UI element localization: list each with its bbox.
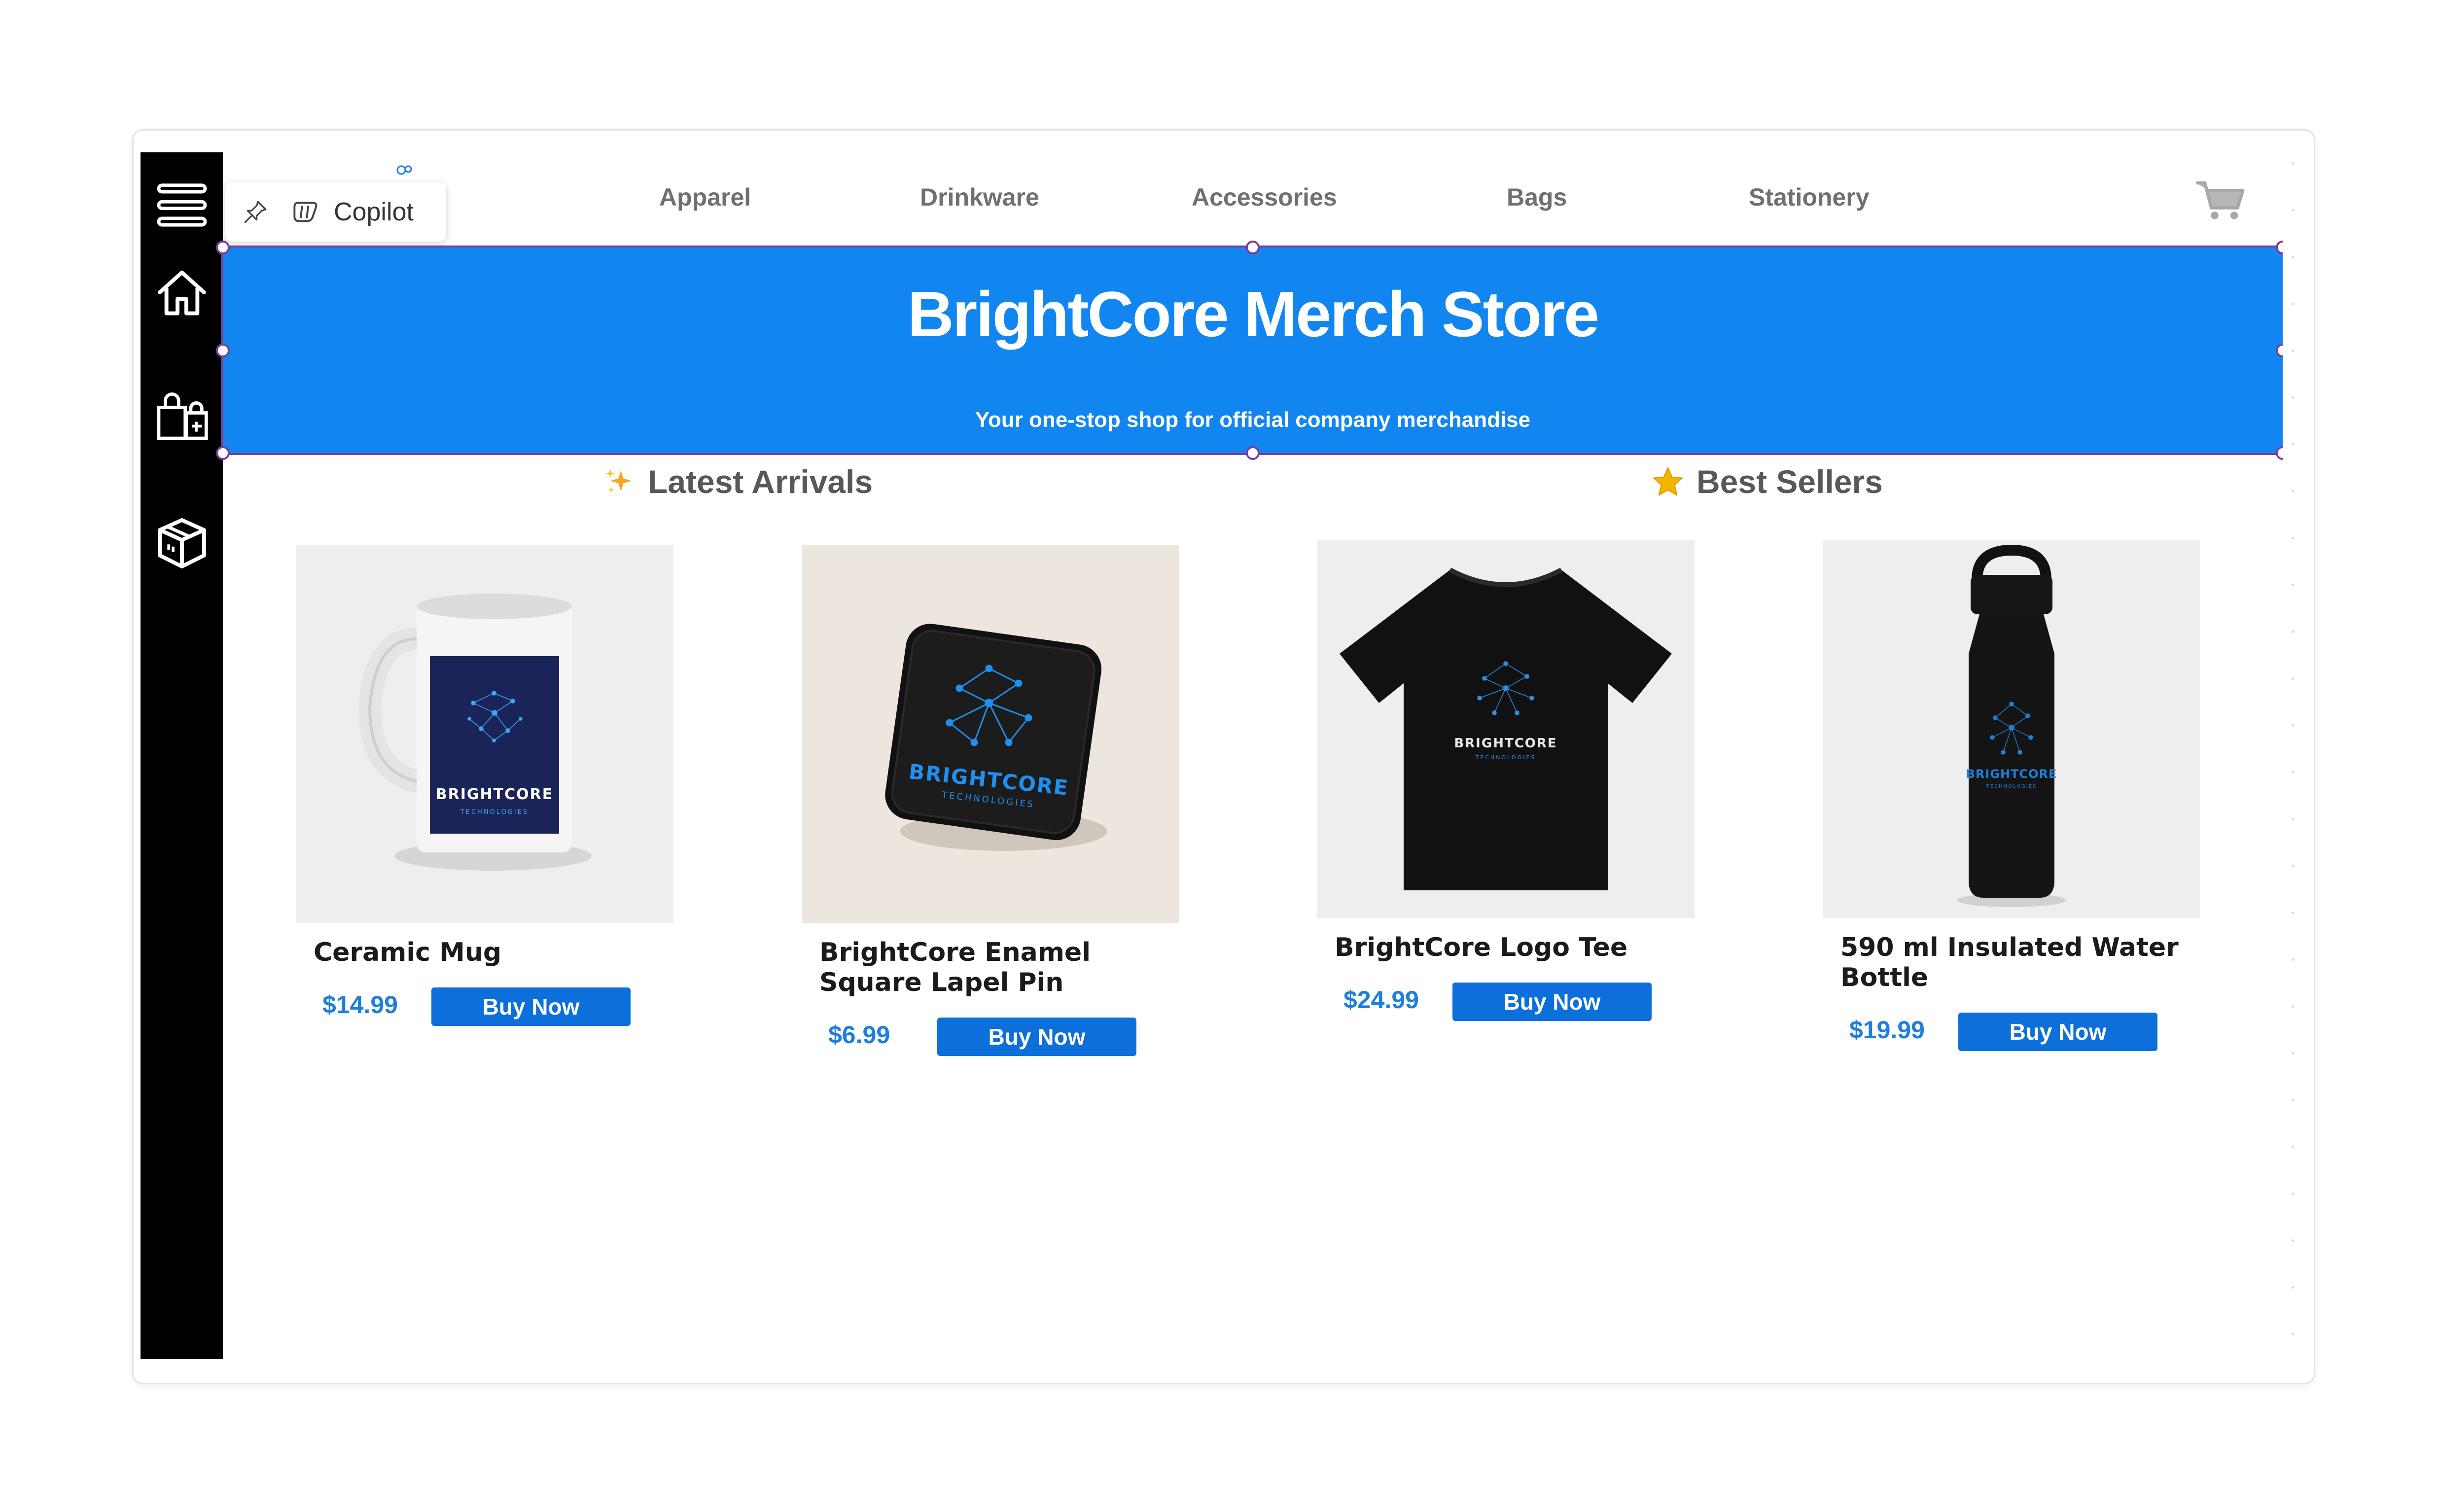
- bottle-image[interactable]: BRIGHTCORE TECHNOLOGIES: [1823, 540, 2200, 918]
- shopping-bags-icon[interactable]: [148, 381, 215, 449]
- buy-now-button[interactable]: Buy Now: [1452, 983, 1652, 1021]
- banner-subtitle: Your one-stop shop for official company …: [975, 408, 1531, 432]
- app-canvas: Apparel Drinkware Accessories Bags Stati…: [141, 152, 2283, 1359]
- banner-title: BrightCore Merch Store: [907, 278, 1599, 350]
- nav-item-accessories[interactable]: Accessories: [1192, 183, 1337, 211]
- resize-handle-top-left[interactable]: [216, 241, 230, 254]
- resize-handle-middle-left[interactable]: [216, 344, 230, 357]
- star-icon: [1650, 464, 1686, 499]
- product-card: BRIGHTCORE TECHNOLOGIES 590 ml Insulated…: [1823, 540, 2207, 1052]
- svg-text:TECHNOLOGIES: TECHNOLOGIES: [1475, 754, 1536, 761]
- mug-image[interactable]: BRIGHTCORE TECHNOLOGIES: [296, 545, 673, 923]
- resize-handle-top-center[interactable]: [1246, 241, 1260, 254]
- hero-banner[interactable]: BrightCore Merch Store Your one-stop sho…: [221, 246, 2283, 455]
- product-name: BrightCore Logo Tee: [1335, 933, 1628, 962]
- brand-logo-icon: [396, 165, 412, 175]
- svg-text:BRIGHTCORE: BRIGHTCORE: [436, 786, 553, 803]
- product-card: BRIGHTCORE TECHNOLOGIES Ceramic Mug $14.…: [296, 545, 680, 1027]
- svg-text:TECHNOLOGIES: TECHNOLOGIES: [460, 809, 529, 816]
- product-name: Ceramic Mug: [314, 938, 502, 967]
- svg-text:TECHNOLOGIES: TECHNOLOGIES: [1986, 784, 2037, 789]
- nav-item-drinkware[interactable]: Drinkware: [920, 183, 1039, 211]
- product-card: BRIGHTCORE TECHNOLOGIES BrightCore Ename…: [802, 545, 1186, 1057]
- top-navigation: Apparel Drinkware Accessories Bags Stati…: [223, 152, 2283, 246]
- svg-text:BRIGHTCORE: BRIGHTCORE: [1454, 736, 1557, 751]
- home-icon[interactable]: [148, 258, 215, 326]
- best-sellers-heading: Best Sellers: [1650, 463, 1883, 500]
- nav-item-bags[interactable]: Bags: [1507, 183, 1567, 211]
- shopping-cart-icon[interactable]: [2193, 172, 2247, 226]
- copilot-toolbar[interactable]: Copilot: [225, 182, 446, 242]
- pin-image[interactable]: BRIGHTCORE TECHNOLOGIES: [802, 545, 1179, 923]
- hamburger-menu-icon[interactable]: [148, 171, 215, 239]
- buy-now-button[interactable]: Buy Now: [431, 987, 631, 1026]
- pin-icon[interactable]: [238, 199, 273, 225]
- product-name: 590 ml Insulated Water Bottle: [1840, 933, 2179, 992]
- nav-item-stationery[interactable]: Stationery: [1749, 183, 1870, 211]
- buy-now-button[interactable]: Buy Now: [1958, 1013, 2157, 1051]
- buy-now-button[interactable]: Buy Now: [937, 1018, 1136, 1056]
- svg-text:BRIGHTCORE: BRIGHTCORE: [1966, 767, 2057, 781]
- product-card: BRIGHTCORE TECHNOLOGIES BrightCore Logo …: [1317, 540, 1701, 1022]
- copilot-label[interactable]: Copilot: [334, 197, 414, 227]
- scroll-dots: [2283, 152, 2302, 1359]
- product-price: $14.99: [322, 991, 398, 1019]
- product-price: $6.99: [828, 1021, 890, 1049]
- latest-arrivals-heading: Latest Arrivals: [601, 463, 873, 500]
- product-price: $19.99: [1849, 1016, 1925, 1044]
- product-price: $24.99: [1343, 986, 1419, 1014]
- tee-image[interactable]: BRIGHTCORE TECHNOLOGIES: [1317, 540, 1695, 918]
- sparkles-icon: [601, 464, 637, 499]
- nav-item-apparel[interactable]: Apparel: [659, 183, 751, 211]
- resize-handle-bottom-center[interactable]: [1246, 446, 1260, 460]
- product-name: BrightCore Enamel Square Lapel Pin: [819, 938, 1091, 997]
- copilot-icon[interactable]: [285, 197, 325, 227]
- resize-handle-bottom-left[interactable]: [216, 446, 230, 460]
- package-icon[interactable]: [148, 509, 215, 577]
- sidebar: [141, 152, 223, 1359]
